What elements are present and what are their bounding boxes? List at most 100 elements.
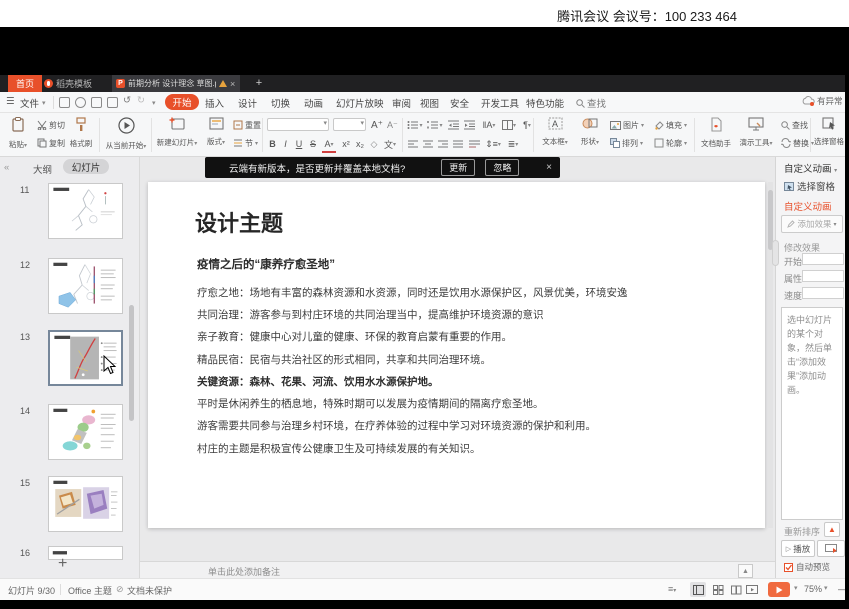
play-options-icon[interactable]: ▾ xyxy=(794,584,798,592)
decrease-font-button[interactable]: A⁻ xyxy=(387,118,398,132)
property-input[interactable] xyxy=(802,270,844,282)
bullet-list-button[interactable]: ▾ xyxy=(407,118,423,132)
play-animation-button[interactable]: ▷播放 xyxy=(781,540,815,557)
menu-tab-insert[interactable]: 插入 xyxy=(205,96,224,110)
zoom-options-icon[interactable]: ▾ xyxy=(824,584,828,592)
line-spacing-button[interactable]: ⇕≡▾ xyxy=(485,137,501,151)
clear-format-button[interactable]: ◇ xyxy=(368,137,380,151)
text-direction-button[interactable]: ‖A▾ xyxy=(480,118,498,132)
menu-search[interactable]: 查找 xyxy=(576,96,606,110)
protection-status[interactable]: 文档未保护 xyxy=(127,584,172,597)
distribute-button[interactable] xyxy=(467,137,481,151)
reset-button[interactable]: 重置 xyxy=(233,118,261,132)
cut-button[interactable]: 剪切 xyxy=(37,118,65,132)
paste-button[interactable]: 粘贴▾ xyxy=(4,115,32,155)
save-icon[interactable] xyxy=(75,97,86,108)
outline-tab[interactable]: 大纲 xyxy=(33,162,52,176)
tab-docer[interactable]: 稻壳模板 xyxy=(44,75,92,92)
speed-input[interactable] xyxy=(802,287,844,299)
redo-icon[interactable]: ↻ xyxy=(137,95,145,106)
add-effect-button[interactable]: 添加效果▾ xyxy=(781,215,843,233)
slide-thumbnail-11[interactable] xyxy=(48,183,123,239)
tab-document[interactable]: P 前期分析 设计理念 草图.pptx × xyxy=(112,75,240,92)
menu-tab-features[interactable]: 特色功能 xyxy=(526,96,564,110)
menu-tab-security[interactable]: 安全 xyxy=(450,96,469,110)
slide-thumbnail-14[interactable] xyxy=(48,404,123,460)
new-file-icon[interactable] xyxy=(59,97,70,108)
slides-tab[interactable]: 幻灯片 xyxy=(63,159,109,174)
text-tools-button[interactable]: 文▾ xyxy=(382,137,398,151)
update-button[interactable]: 更新 xyxy=(441,159,475,176)
align-left-button[interactable] xyxy=(407,137,419,151)
font-name-select[interactable] xyxy=(267,118,329,131)
underline-button[interactable]: U xyxy=(294,137,304,151)
menu-tab-slideshow[interactable]: 幻灯片放映 xyxy=(336,96,384,110)
print-preview-icon[interactable] xyxy=(107,97,118,108)
justify-button[interactable] xyxy=(452,137,464,151)
undo-icon[interactable]: ↺ xyxy=(123,95,131,106)
fill-button[interactable]: 填充▾ xyxy=(654,118,687,132)
menu-tab-transition[interactable]: 切换 xyxy=(271,96,290,110)
panel-selection-pane[interactable]: 选择窗格 xyxy=(784,179,835,193)
cloud-sync-status[interactable]: 有异常 xyxy=(802,95,843,107)
numbered-list-button[interactable]: ▾ xyxy=(427,118,443,132)
slide-thumbnail-15[interactable] xyxy=(48,476,123,532)
align-right-button[interactable] xyxy=(437,137,449,151)
normal-view-button[interactable] xyxy=(690,582,706,597)
decrease-indent-button[interactable] xyxy=(447,118,460,132)
menu-tab-view[interactable]: 视图 xyxy=(420,96,439,110)
doc-assistant-button[interactable]: 文档助手 xyxy=(698,115,734,155)
menu-tab-design[interactable]: 设计 xyxy=(238,96,257,110)
ignore-button[interactable]: 忽略 xyxy=(485,159,519,176)
text-box-button[interactable]: A 文本框▾ xyxy=(538,115,572,155)
font-color-button[interactable]: A▾ xyxy=(322,137,336,153)
section-button[interactable]: 节▾ xyxy=(233,136,258,150)
shapes-button[interactable]: 形状▾ xyxy=(574,115,606,155)
start-input[interactable] xyxy=(802,253,844,265)
menu-tab-home[interactable]: 开始 xyxy=(165,94,199,110)
tab-close-icon[interactable]: × xyxy=(230,79,235,89)
zoom-level[interactable]: 75% xyxy=(804,584,822,594)
smart-typeset-button[interactable]: ≣▾ xyxy=(505,137,521,151)
menu-tab-animation[interactable]: 动画 xyxy=(304,96,323,110)
new-slide-button[interactable]: 新建幻灯片▾ xyxy=(155,115,199,155)
file-dropdown-icon[interactable]: ▾ xyxy=(42,99,46,107)
increase-indent-button[interactable] xyxy=(463,118,476,132)
theme-name[interactable]: Office 主题 xyxy=(68,584,112,597)
menu-tab-review[interactable]: 审阅 xyxy=(392,96,411,110)
thumbnail-scrollbar[interactable] xyxy=(129,305,134,421)
notification-close-icon[interactable]: × xyxy=(546,162,552,173)
format-painter-button[interactable]: 格式刷 xyxy=(66,115,96,155)
subscript-button[interactable]: x₂ xyxy=(354,137,366,151)
bold-button[interactable]: B xyxy=(267,137,278,151)
slide-thumbnail-12[interactable] xyxy=(48,258,123,314)
auto-preview-checkbox[interactable]: 自动预览 xyxy=(784,561,830,573)
slide-sorter-button[interactable] xyxy=(710,582,726,597)
panel-resize-handle[interactable] xyxy=(772,240,779,266)
arrange-button[interactable]: 排列▾ xyxy=(610,136,643,150)
picture-button[interactable]: 图片▾ xyxy=(610,118,644,132)
notes-bar[interactable]: 单击此处添加备注 ▲ xyxy=(140,561,775,578)
superscript-button[interactable]: x² xyxy=(340,137,352,151)
selection-pane-button[interactable]: 选择窗格 xyxy=(813,115,845,155)
print-icon[interactable] xyxy=(91,97,102,108)
slide-scrollbar[interactable] xyxy=(768,182,773,528)
add-slide-button[interactable]: + xyxy=(58,555,67,573)
hamburger-icon[interactable]: ☰ xyxy=(6,96,15,107)
present-tools-button[interactable]: 演示工具▾ xyxy=(736,115,776,155)
new-tab-button[interactable]: + xyxy=(252,76,266,90)
notes-toggle[interactable]: ≡▾ xyxy=(668,584,676,594)
slideshow-play-button[interactable] xyxy=(768,582,790,597)
menu-tab-devtools[interactable]: 开发工具 xyxy=(481,96,519,110)
increase-font-button[interactable]: A⁺ xyxy=(371,118,383,132)
outline-button[interactable]: 轮廓▾ xyxy=(654,136,687,150)
tab-home[interactable]: 首页 xyxy=(8,75,42,92)
notes-collapse-icon[interactable]: ▲ xyxy=(738,564,753,578)
presenter-view-button[interactable] xyxy=(744,582,760,597)
strikethrough-button[interactable]: S xyxy=(308,137,318,151)
play-from-current-button[interactable]: 从当前开始▾ xyxy=(103,115,149,155)
reading-view-button[interactable] xyxy=(728,582,744,597)
copy-button[interactable]: 复制 xyxy=(37,136,65,150)
menu-file[interactable]: 文件 xyxy=(20,96,39,110)
panel-collapse-icon[interactable]: « xyxy=(4,162,9,173)
